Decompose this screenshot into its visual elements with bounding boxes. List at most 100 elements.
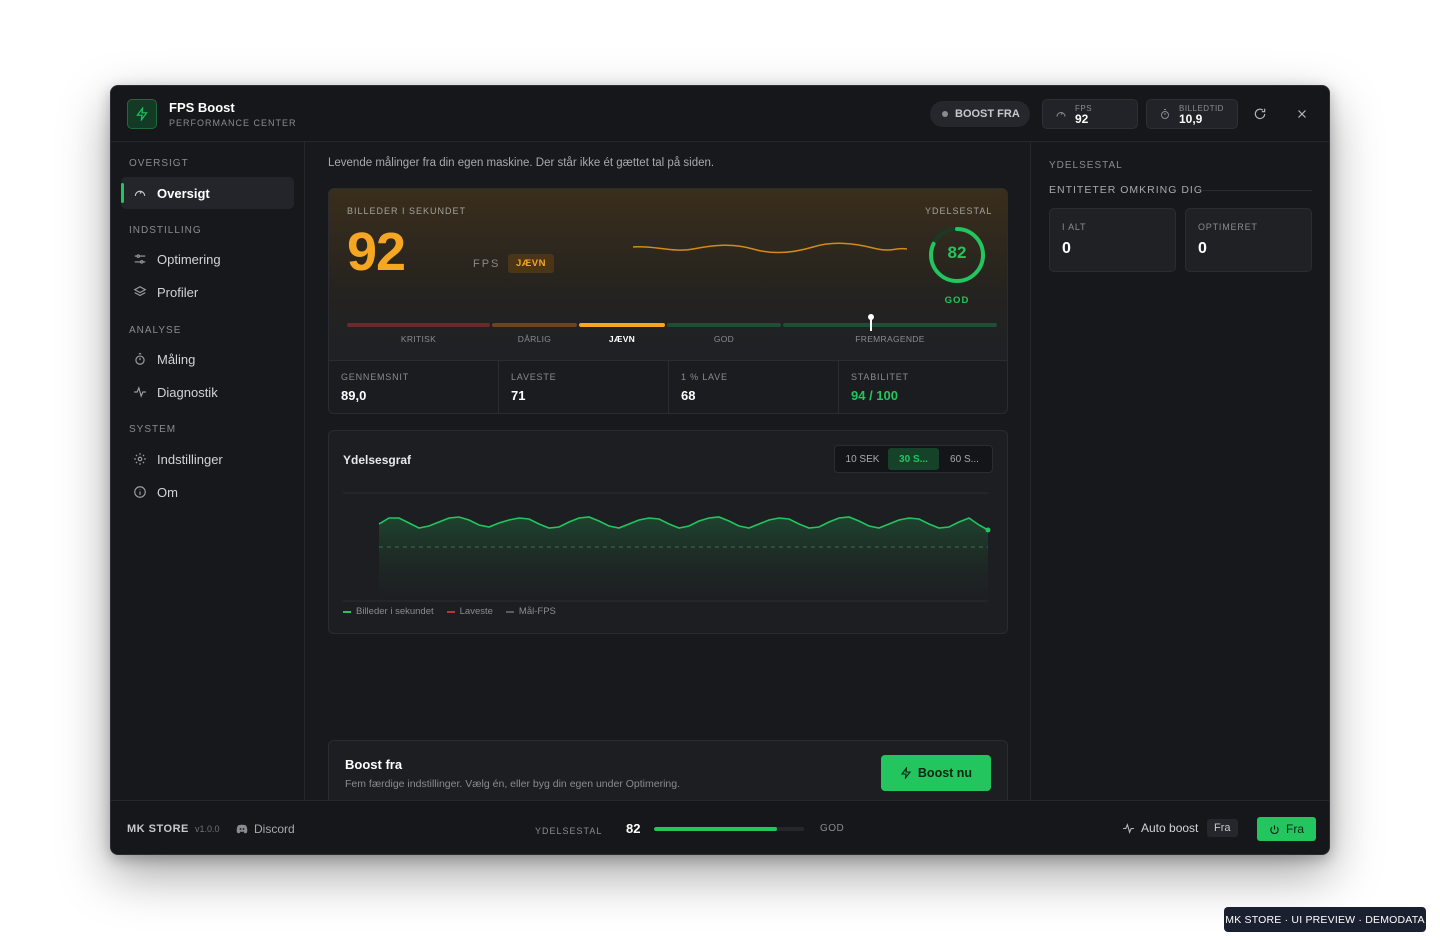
- fps-hero-label: BILLEDER I SEKUNDET: [347, 206, 467, 216]
- fps-sparkline: [633, 242, 907, 254]
- legend-label: Mål-FPS: [518, 606, 556, 617]
- scale-label-fremragende: FREMRAGENDE: [855, 334, 925, 344]
- scale-segment-fremragende: [783, 323, 997, 327]
- boost-status-pill[interactable]: BOOST FRA: [930, 101, 1030, 127]
- card-value: 0: [1198, 240, 1207, 257]
- sidebar-item-label: Måling: [157, 351, 196, 367]
- divider: [1201, 190, 1312, 191]
- card-label: OPTIMERET: [1198, 222, 1258, 232]
- legend-item-fps: Billeder i sekundet: [343, 606, 434, 617]
- close-icon[interactable]: [1294, 106, 1310, 122]
- boost-now-button[interactable]: Boost nu: [881, 755, 991, 791]
- range-10s-button[interactable]: 10 SEK: [837, 448, 888, 470]
- app-window: FPS Boost PERFORMANCE CENTER BOOST FRA F…: [110, 85, 1330, 855]
- power-toggle-label: Fra: [1286, 822, 1304, 836]
- stat-1pct-lave: 1 % LAVE 68: [669, 361, 839, 413]
- sidebar-item-label: Optimering: [157, 251, 221, 267]
- stat-gennemsnit: GENNEMSNIT 89,0: [329, 361, 499, 413]
- power-icon: [1269, 824, 1280, 835]
- fps-hero-card: BILLEDER I SEKUNDET 92 FPS JÆVN YDELSEST…: [328, 188, 1008, 414]
- refresh-icon[interactable]: [1252, 106, 1268, 122]
- scale-segment-kritisk: [347, 323, 490, 327]
- power-toggle-button[interactable]: Fra: [1257, 817, 1316, 841]
- graph-legend: Billeder i sekundet Laveste Mål-FPS: [343, 606, 556, 617]
- intro-text: Levende målinger fra din egen maskine. D…: [328, 157, 715, 169]
- stat-value: 94 / 100: [851, 388, 898, 403]
- card-value: 0: [1062, 240, 1071, 257]
- stat-label: GENNEMSNIT: [341, 372, 410, 382]
- entities-total-card: I ALT 0: [1049, 208, 1176, 272]
- stat-value: 89,0: [341, 388, 367, 403]
- statusbar-score-bar: [654, 827, 804, 831]
- app-title: FPS Boost: [169, 100, 235, 115]
- main-content: Levende målinger fra din egen maskine. D…: [306, 142, 1030, 807]
- card-label: I ALT: [1062, 222, 1087, 232]
- section-analyse: ANALYSE: [129, 325, 182, 336]
- section-oversigt: OVERSIGT: [129, 158, 189, 169]
- boost-description: Fem færdige indstillinger. Vælg én, elle…: [345, 778, 681, 790]
- right-panel-heading: ENTITETER OMKRING DIG: [1049, 184, 1204, 196]
- performance-graph-card: Ydelsesgraf 10 SEK 30 S... 60 S... Bille…: [328, 430, 1008, 634]
- sidebar-item-label: Om: [157, 484, 178, 500]
- sidebar-item-profiler[interactable]: Profiler: [121, 276, 294, 308]
- discord-link[interactable]: Discord: [236, 822, 295, 836]
- legend-swatch: [343, 610, 351, 613]
- stat-label: LAVESTE: [511, 372, 557, 382]
- preview-watermark: MK STORE · UI PREVIEW · DEMODATA: [1224, 907, 1426, 932]
- discord-icon: [236, 824, 248, 834]
- statusbar-score-value: 82: [626, 821, 641, 836]
- sidebar-item-label: Oversigt: [157, 185, 210, 201]
- section-indstilling: INDSTILLING: [129, 225, 202, 236]
- sidebar-item-indstillinger[interactable]: Indstillinger: [121, 443, 294, 475]
- autoboost-control[interactable]: Auto boost: [1122, 821, 1198, 835]
- legend-label: Billeder i sekundet: [356, 606, 434, 617]
- performance-graph: [343, 492, 991, 602]
- entities-optimized-card: OPTIMERET 0: [1185, 208, 1312, 272]
- graph-title: Ydelsesgraf: [343, 453, 412, 467]
- sidebar-item-label: Profiler: [157, 284, 199, 300]
- app-subtitle: PERFORMANCE CENTER: [169, 118, 297, 128]
- fps-big-value: 92: [347, 222, 406, 282]
- sidebar-item-om[interactable]: Om: [121, 476, 294, 508]
- sliders-icon: [133, 252, 147, 266]
- pulse-icon: [133, 385, 147, 399]
- scale-label-god: GOD: [713, 334, 735, 344]
- score-status: GOD: [944, 295, 970, 306]
- sidebar-item-optimering[interactable]: Optimering: [121, 243, 294, 275]
- boost-card: Boost fra Fem færdige indstillinger. Væl…: [328, 740, 1008, 807]
- statusbar-score-label: YDELSESTAL: [535, 826, 603, 836]
- pulse-icon: [1122, 822, 1135, 835]
- status-bar: MK STORE v1.0.0 Discord YDELSESTAL 82 GO…: [111, 800, 1329, 854]
- fps-unit: FPS: [473, 258, 501, 270]
- boost-title: Boost fra: [345, 757, 403, 772]
- fps-metric-pill: FPS 92: [1042, 99, 1138, 129]
- bolt-icon: [900, 767, 912, 779]
- stat-value: 71: [511, 388, 526, 403]
- statusbar-score-status: GOD: [820, 823, 845, 834]
- range-30s-button[interactable]: 30 S...: [888, 448, 939, 470]
- stat-laveste: LAVESTE 71: [499, 361, 669, 413]
- tier-badge: JÆVN: [508, 254, 554, 273]
- section-system: SYSTEM: [129, 424, 177, 435]
- scale-marker: [868, 314, 874, 331]
- scale-label-kritisk: KRITISK: [400, 334, 437, 344]
- autoboost-label: Auto boost: [1141, 821, 1199, 835]
- stat-label: 1 % LAVE: [681, 372, 728, 382]
- sidebar-item-diagnostik[interactable]: Diagnostik: [121, 376, 294, 408]
- sidebar-item-label: Diagnostik: [157, 384, 218, 400]
- stat-value: 68: [681, 388, 696, 403]
- scale-segment-daarlig: [492, 323, 577, 327]
- right-panel-label: YDELSESTAL: [1049, 160, 1123, 171]
- time-range-selector: 10 SEK 30 S... 60 S...: [834, 445, 993, 473]
- sidebar-item-maaling[interactable]: Måling: [121, 343, 294, 375]
- fps-metric-value: 92: [1075, 111, 1089, 126]
- boost-now-label: Boost nu: [917, 766, 973, 780]
- sidebar-item-oversigt[interactable]: Oversigt: [121, 177, 294, 209]
- status-dot-icon: [942, 111, 948, 117]
- legend-swatch: [446, 610, 455, 613]
- autoboost-state-chip[interactable]: Fra: [1207, 819, 1238, 837]
- range-60s-button[interactable]: 60 S...: [939, 448, 990, 470]
- stats-row: GENNEMSNIT 89,0 LAVESTE 71 1 % LAVE 68 S…: [329, 360, 1007, 413]
- statusbar-score-fill: [654, 827, 777, 831]
- legend-swatch: [505, 610, 514, 613]
